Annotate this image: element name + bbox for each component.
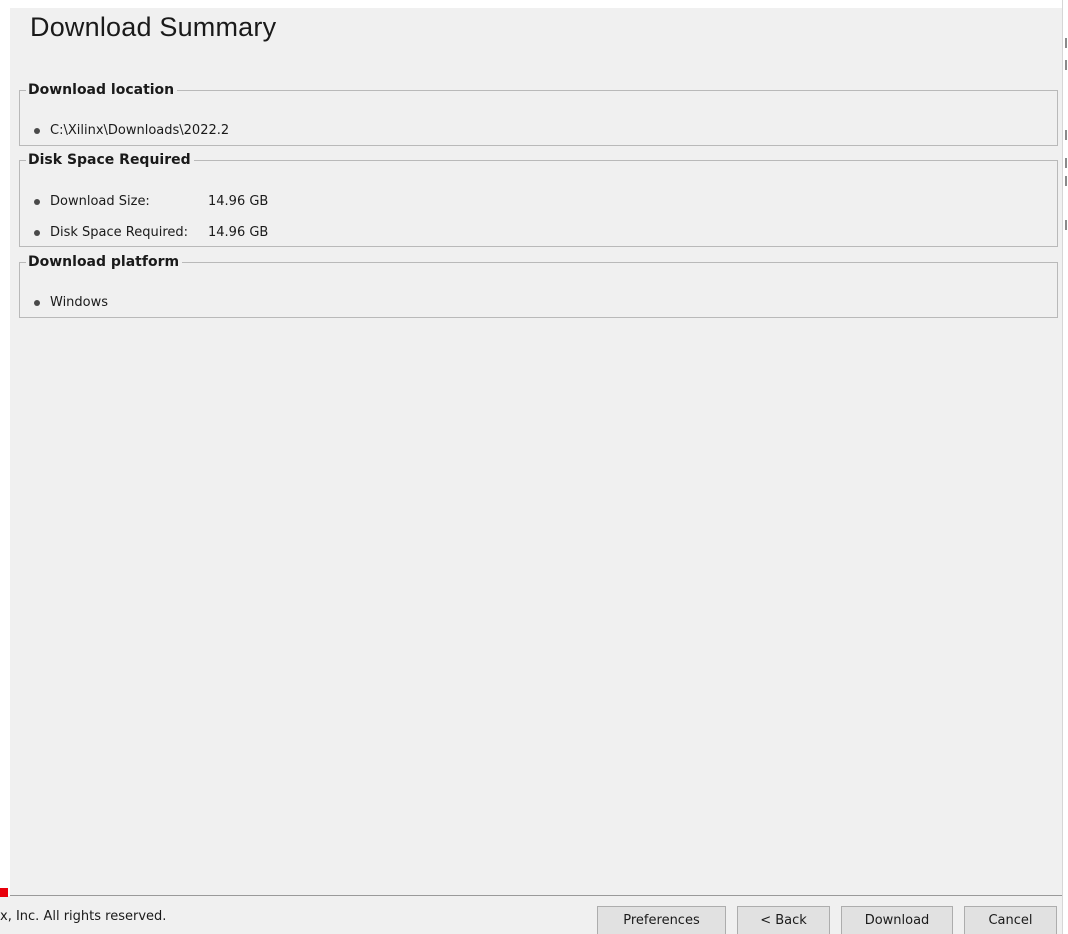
edge-mark bbox=[1065, 176, 1067, 186]
download-button[interactable]: Download bbox=[841, 906, 953, 934]
bullet-icon bbox=[34, 229, 40, 236]
disk-required-label: Disk Space Required: bbox=[50, 225, 189, 240]
download-location-legend: Download location bbox=[28, 82, 175, 98]
adjacent-window-edge bbox=[1062, 0, 1068, 934]
disk-required-item: Disk Space Required: 14.96 GB bbox=[34, 225, 268, 240]
edge-mark bbox=[1065, 158, 1067, 168]
edge-mark bbox=[1065, 220, 1067, 230]
preferences-button[interactable]: Preferences bbox=[597, 906, 726, 934]
edge-mark bbox=[1065, 38, 1067, 48]
copyright-text: x, Inc. All rights reserved. bbox=[0, 909, 167, 924]
page-title: Download Summary bbox=[30, 12, 277, 42]
footer-divider bbox=[10, 895, 1062, 896]
edge-mark bbox=[1065, 60, 1067, 70]
disk-space-group: Disk Space Required Download Size: 14.96… bbox=[19, 152, 1058, 247]
download-platform-legend: Download platform bbox=[28, 254, 180, 270]
back-button[interactable]: < Back bbox=[737, 906, 830, 934]
edge-mark bbox=[1065, 130, 1067, 140]
download-location-group: Download location C:\Xilinx\Downloads\20… bbox=[19, 82, 1058, 146]
bullet-icon bbox=[34, 127, 40, 134]
bullet-icon bbox=[34, 198, 40, 205]
installer-window: Download Summary Download location C:\Xi… bbox=[0, 0, 1068, 934]
download-platform-item: Windows bbox=[34, 295, 108, 310]
download-size-item: Download Size: 14.96 GB bbox=[34, 194, 268, 209]
disk-required-value: 14.96 GB bbox=[208, 225, 269, 240]
download-platform-group: Download platform Windows bbox=[19, 254, 1058, 318]
xilinx-logo-icon bbox=[0, 888, 8, 897]
disk-space-legend: Disk Space Required bbox=[28, 152, 191, 168]
cancel-button[interactable]: Cancel bbox=[964, 906, 1057, 934]
download-location-path: C:\Xilinx\Downloads\2022.2 bbox=[50, 123, 230, 138]
summary-panel: Download Summary Download location C:\Xi… bbox=[10, 8, 1062, 896]
download-size-value: 14.96 GB bbox=[208, 194, 269, 209]
download-platform-value: Windows bbox=[50, 295, 109, 310]
bullet-icon bbox=[34, 299, 40, 306]
download-size-label: Download Size: bbox=[50, 194, 150, 209]
download-location-item: C:\Xilinx\Downloads\2022.2 bbox=[34, 123, 229, 138]
